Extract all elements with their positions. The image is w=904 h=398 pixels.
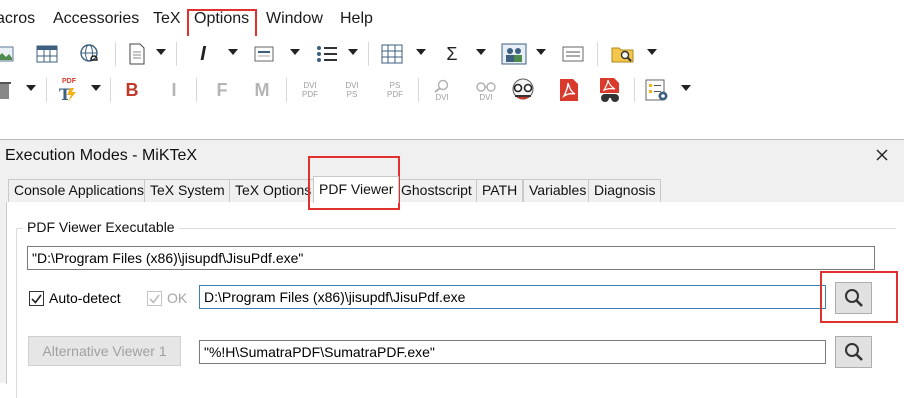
folder-search-dropdown[interactable] — [647, 49, 657, 55]
tab-pdf-viewer[interactable]: PDF Viewer — [313, 176, 400, 203]
dvi-to-pdf-button[interactable]: DVI PDF — [296, 76, 324, 104]
tab-diagnosis[interactable]: Diagnosis — [588, 179, 662, 202]
italic-label: I — [171, 79, 177, 100]
table-icon[interactable] — [35, 40, 59, 68]
form-icon[interactable] — [560, 40, 586, 68]
bullet-list-dropdown[interactable] — [348, 49, 358, 55]
settings-list-icon[interactable] — [643, 76, 671, 104]
m-button[interactable]: M — [252, 76, 272, 104]
folder-search-icon[interactable] — [610, 40, 636, 68]
dvi-search-label: DVI — [435, 92, 449, 102]
dvi-search-icon[interactable]: DVI — [428, 76, 456, 104]
alt-browse-button[interactable] — [835, 336, 872, 368]
search-icon — [844, 343, 863, 361]
autodetect-path-field[interactable]: D:\Program Files (x86)\jisupdf\JisuPdf.e… — [199, 285, 826, 309]
menu-help[interactable]: Help — [340, 9, 373, 29]
users-icon[interactable] — [500, 40, 528, 68]
menu-macros[interactable]: acros — [0, 9, 35, 29]
ok-checkbox[interactable] — [147, 291, 162, 306]
pdf-document-icon[interactable] — [556, 76, 582, 104]
search-icon — [844, 289, 863, 307]
dvi-to-ps-button[interactable]: DVI PS — [338, 76, 366, 104]
image-icon[interactable] — [0, 40, 16, 68]
pdf-viewer-icon[interactable] — [596, 76, 624, 104]
bold-label: B — [125, 79, 139, 100]
settings-list-dropdown[interactable] — [681, 85, 691, 91]
tab-tex-options[interactable]: TeX Options — [229, 179, 318, 202]
ps-to-pdf-button[interactable]: PS PDF — [381, 76, 409, 104]
document-icon[interactable] — [126, 40, 148, 68]
sigma-icon[interactable]: Σ — [442, 40, 462, 68]
bullet-list-icon[interactable] — [314, 40, 340, 68]
dvi-to-pdf-label: DVI PDF — [302, 81, 318, 99]
group-label: PDF Viewer Executable — [23, 219, 179, 235]
math-dropdown[interactable] — [476, 49, 486, 55]
trash-dropdown[interactable] — [26, 85, 36, 91]
executable-field[interactable]: "D:\Program Files (x86)\jisupdf\JisuPdf.… — [27, 246, 875, 270]
italic-button[interactable]: I — [168, 76, 180, 104]
dvi-viewer-label: DVI — [479, 92, 493, 102]
close-icon[interactable] — [868, 144, 896, 168]
autodetect-checkbox[interactable] — [29, 291, 44, 306]
f-label: F — [216, 79, 228, 100]
ps-to-pdf-label: PS PDF — [387, 81, 403, 99]
alternative-viewer-field[interactable]: "%!H\SumatraPDF\SumatraPDF.exe" — [199, 340, 826, 364]
tab-variables[interactable]: Variables — [523, 179, 593, 202]
tabular-dropdown[interactable] — [416, 49, 426, 55]
tab-tex-system[interactable]: TeX System — [144, 179, 231, 202]
users-dropdown[interactable] — [536, 49, 546, 55]
trash-icon[interactable] — [0, 76, 12, 104]
browse-button[interactable] — [835, 282, 872, 314]
tab-page-pdf-viewer: PDF Viewer Executable "D:\Program Files … — [6, 202, 904, 398]
bold-button[interactable]: B — [124, 76, 140, 104]
menu-window[interactable]: Window — [266, 9, 323, 29]
italic-style-icon[interactable]: I — [194, 40, 212, 68]
autodetect-label: Auto-detect — [49, 290, 121, 306]
ghost-viewer-icon[interactable] — [508, 76, 538, 104]
pdftex-icon[interactable]: PDF T — [56, 76, 82, 104]
italic-style-dropdown[interactable] — [228, 49, 238, 55]
menu-tex[interactable]: TeX — [153, 9, 181, 29]
menubar: acros Accessories TeX Options Window Hel… — [0, 0, 904, 36]
dialog-title: Execution Modes - MiKTeX — [5, 147, 198, 164]
document-dropdown[interactable] — [156, 49, 166, 55]
tabular-icon[interactable] — [380, 40, 404, 68]
menu-options[interactable]: Options — [194, 9, 249, 29]
dvi-to-ps-label: DVI PS — [345, 81, 359, 99]
tab-ghostscript[interactable]: Ghostscript — [395, 179, 478, 202]
toolbar-build: PDF T B I F M DVI PDF DVI PS PS PDF DVI … — [0, 72, 904, 108]
align-dropdown[interactable] — [290, 49, 300, 55]
alternative-viewer-button[interactable]: Alternative Viewer 1 — [28, 336, 181, 366]
pdf-badge: PDF — [62, 78, 76, 85]
dvi-viewer-icon[interactable]: DVI — [472, 76, 500, 104]
pdftex-dropdown[interactable] — [91, 85, 101, 91]
menu-accessories[interactable]: Accessories — [53, 9, 139, 29]
tab-path[interactable]: PATH — [476, 179, 524, 202]
tab-console-applications[interactable]: Console Applications — [8, 179, 150, 202]
toolbar-formatting: I Σ — [0, 36, 904, 72]
ok-label: OK — [167, 290, 188, 306]
web-link-icon[interactable] — [77, 40, 103, 68]
f-button[interactable]: F — [214, 76, 230, 104]
execution-modes-dialog: Execution Modes - MiKTeX Console Applica… — [0, 139, 904, 398]
m-label: M — [254, 79, 270, 100]
align-icon[interactable] — [252, 40, 278, 68]
